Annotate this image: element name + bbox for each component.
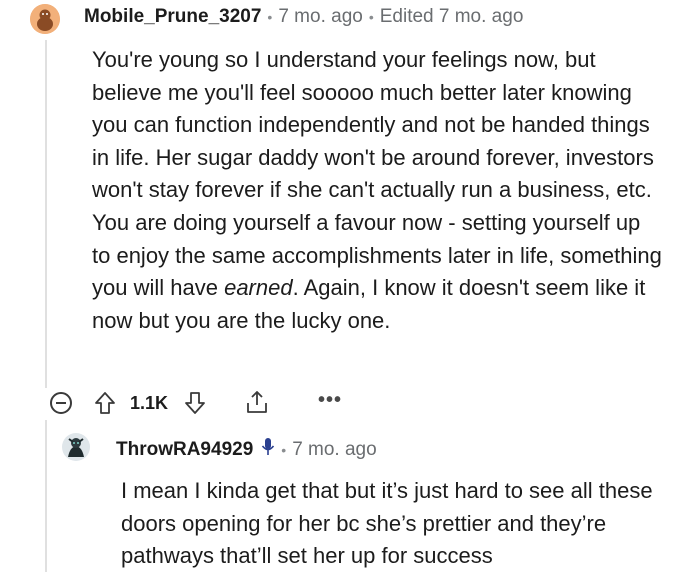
- comment-emphasis: earned: [224, 275, 293, 301]
- downvote-icon[interactable]: [184, 391, 206, 420]
- vote-count: 1.1K: [130, 393, 169, 413]
- comment-text-part: You're young so I understand your feelin…: [92, 47, 662, 301]
- comment-header: Mobile_Prune_3207 • 7 mo. ago • Edited 7…: [84, 6, 523, 28]
- comment-edited: Edited 7 mo. ago: [379, 6, 524, 27]
- comment-timestamp: 7 mo. ago: [278, 6, 363, 27]
- microphone-icon: [261, 437, 275, 463]
- upvote-icon[interactable]: [94, 391, 116, 420]
- comment-actions: 1.1K •••: [50, 389, 450, 419]
- reply-username[interactable]: ThrowRA94929: [116, 439, 253, 461]
- comment-body: You're young so I understand your feelin…: [92, 44, 662, 337]
- separator-dot: •: [267, 9, 273, 25]
- comment-username[interactable]: Mobile_Prune_3207: [84, 6, 261, 28]
- share-icon[interactable]: [244, 389, 270, 420]
- collapse-icon[interactable]: [50, 392, 72, 414]
- separator-dot: •: [281, 442, 287, 458]
- separator-dot: •: [368, 9, 374, 25]
- reply-header: ThrowRA94929 • 7 mo. ago: [116, 437, 377, 463]
- thread-line: [45, 40, 47, 388]
- reply-timestamp: 7 mo. ago: [292, 439, 377, 460]
- more-icon[interactable]: •••: [318, 389, 342, 412]
- avatar[interactable]: [30, 4, 60, 34]
- reply-body: I mean I kinda get that but it’s just ha…: [121, 478, 653, 569]
- thread-line: [45, 420, 47, 572]
- reply-avatar[interactable]: [62, 433, 90, 461]
